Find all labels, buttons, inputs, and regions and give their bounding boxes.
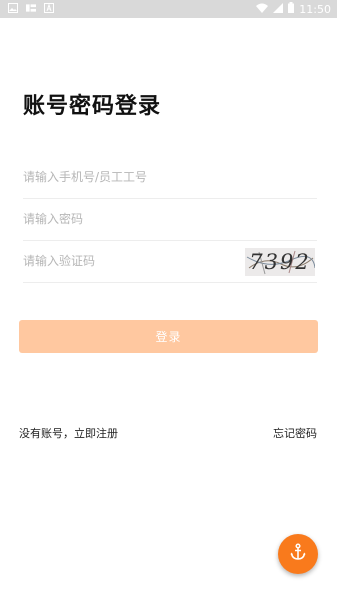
login-button[interactable]: 登录 [19, 320, 318, 353]
forgot-password-link[interactable]: 忘记密码 [273, 425, 317, 441]
captcha-image[interactable]: 7392 [245, 248, 315, 276]
code-field: 7392 [23, 240, 317, 283]
status-right: 11:50 [256, 2, 331, 16]
image-icon [8, 3, 18, 13]
anchor-icon [289, 543, 307, 565]
a-icon [44, 3, 54, 13]
text-icon [26, 3, 36, 13]
phone-input[interactable] [23, 170, 223, 184]
battery-icon [288, 2, 295, 16]
captcha-text: 7392 [249, 250, 311, 274]
page-title: 账号密码登录 [23, 94, 162, 119]
phone-field [23, 156, 317, 199]
code-input[interactable] [23, 254, 223, 268]
wifi-icon [256, 3, 269, 16]
signal-icon [273, 2, 284, 16]
status-left [8, 3, 54, 13]
password-field [23, 198, 317, 241]
floating-action-button[interactable] [278, 534, 318, 574]
password-input[interactable] [23, 212, 223, 226]
status-bar: 11:50 [0, 0, 337, 18]
status-time: 11:50 [299, 2, 331, 16]
register-link[interactable]: 没有账号，立即注册 [19, 425, 118, 441]
